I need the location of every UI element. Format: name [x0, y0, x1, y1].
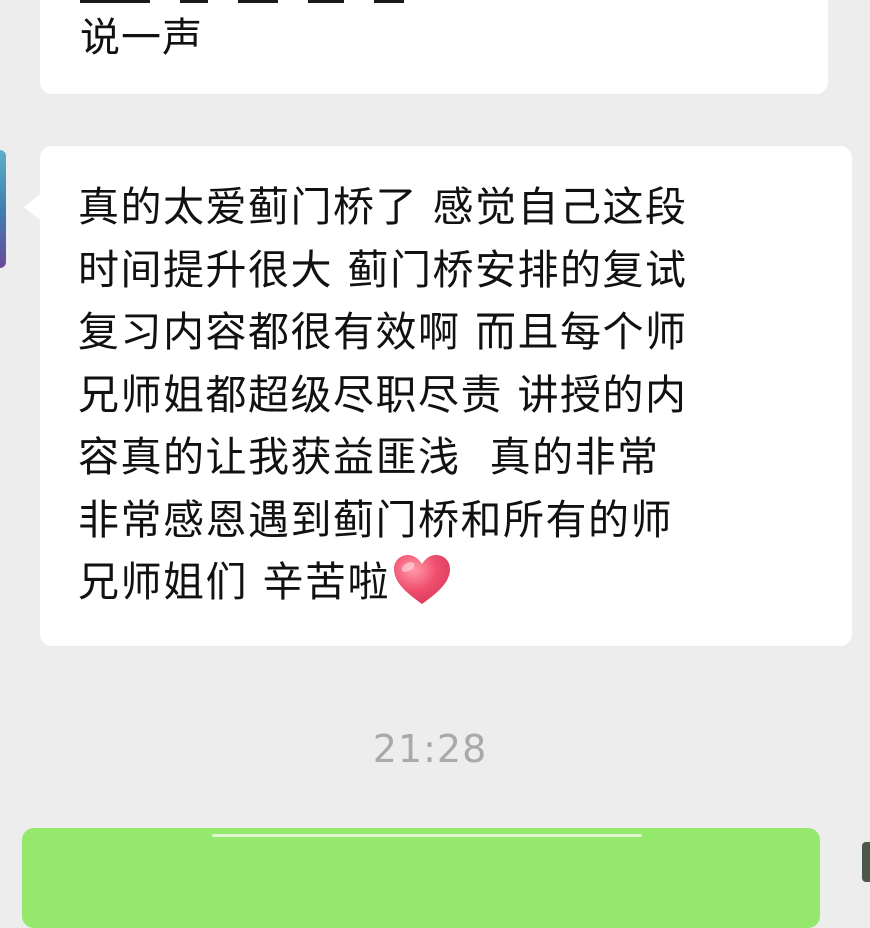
contact-avatar-edge[interactable] — [0, 150, 6, 268]
message-text: 说一声 — [80, 15, 203, 61]
message-bubble-outgoing[interactable] — [22, 828, 820, 928]
message-line: 非常感恩遇到蓟门桥和所有的师 — [78, 495, 673, 544]
message-bubble-incoming[interactable]: 真的太爱蓟门桥了 感觉自己这段 时间提升很大 蓟门桥安排的复试 复习内容都很有效… — [24, 146, 852, 646]
message-line: 时间提升很大 蓟门桥安排的复试 — [78, 245, 688, 294]
message-line: 复习内容都很有效啊 而且每个师 — [78, 308, 688, 356]
message-cropped-line — [212, 834, 642, 837]
message-line: 兄师姐们 辛苦啦 — [78, 558, 391, 606]
message-line: 兄师姐都超级尽职尽责 讲授的内 — [78, 370, 688, 419]
red-heart-icon — [394, 555, 451, 604]
message-line: 真的太爱蓟门桥了 感觉自己这段 — [78, 183, 688, 231]
message-line: 容真的让我获益匪浅 真的非常 — [78, 433, 660, 481]
own-avatar-edge[interactable] — [862, 842, 870, 882]
message-text: 真的太爱蓟门桥了 感觉自己这段 时间提升很大 蓟门桥安排的复试 复习内容都很有效… — [78, 176, 824, 614]
message-timestamp: 21:28 — [372, 727, 488, 771]
message-bubble-previous[interactable]: 说一声 — [40, 0, 828, 94]
message-cropped-line — [80, 0, 500, 8]
